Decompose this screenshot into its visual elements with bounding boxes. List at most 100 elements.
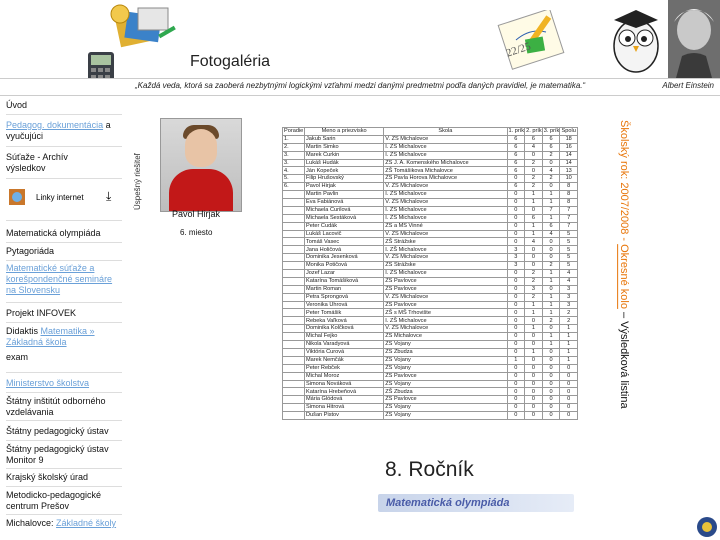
table-cell: 2 bbox=[541, 174, 561, 184]
table-cell: 0 bbox=[541, 284, 561, 294]
nav-siov[interactable]: Štátny inštitút odborného vzdelávania bbox=[6, 396, 122, 418]
table-cell bbox=[282, 355, 305, 365]
table-cell: 2 bbox=[524, 174, 543, 184]
nav-monitor[interactable]: Štátny pedagogický ústav Monitor 9 bbox=[6, 444, 122, 466]
michalovce-link[interactable]: Základné školy bbox=[56, 518, 116, 528]
vertical-title: Školský rok: 2007/2008 - Okresné kolo – … bbox=[610, 120, 630, 460]
didaktis-school-link[interactable]: Základná škola bbox=[6, 337, 67, 347]
nav-uvod[interactable]: Úvod bbox=[6, 100, 27, 111]
vtitle-link[interactable]: Okresné kolo bbox=[618, 244, 630, 309]
table-cell: 0 bbox=[506, 221, 526, 231]
table-row: Michaela Šestáková I. ZŠ Michalovce 0 6 1 7 bbox=[282, 213, 578, 223]
nav-mat-sutaze[interactable]: Matematické súťaže a korešpondenčné semi… bbox=[6, 263, 122, 296]
table-row: Viktória Čurová ZŠ Zbudza 0 1 0 1 bbox=[282, 347, 578, 357]
divider bbox=[6, 322, 122, 323]
table-cell: ZŠ Strážske bbox=[383, 261, 508, 271]
table-cell: 0 bbox=[506, 316, 526, 326]
table-cell: Viktória Čurová bbox=[303, 347, 385, 357]
nav-linky[interactable]: Linky internet ⤓ bbox=[6, 184, 122, 212]
table-cell: Monika Potičová bbox=[303, 261, 385, 271]
table-cell bbox=[282, 198, 305, 207]
table-cell: 0 bbox=[524, 316, 543, 326]
table-body: 1. Jakub Sarin V. ZŠ Michalovce 6 6 6 18 2. Mart… bbox=[282, 134, 578, 420]
table-cell: 1 bbox=[524, 190, 543, 200]
table-cell: Jana Holičová bbox=[303, 245, 385, 255]
table-cell bbox=[282, 316, 305, 326]
table-cell: 0 bbox=[541, 411, 561, 420]
table-cell: 14 bbox=[559, 158, 578, 168]
didaktis-link[interactable]: Matematika » bbox=[41, 326, 95, 336]
table-cell: 0 bbox=[506, 198, 526, 207]
table-cell: Martin Roman bbox=[303, 284, 385, 294]
table-row: Rebeka Vaľková I. ZŠ Michalovce 0 0 2 2 bbox=[282, 316, 578, 326]
table-cell: 0 bbox=[559, 411, 578, 420]
table-cell: 0 bbox=[506, 276, 526, 286]
table-cell: 8 bbox=[559, 182, 578, 192]
table-cell: 1. bbox=[282, 134, 305, 144]
table-cell bbox=[282, 276, 305, 286]
nav-pytagoriada[interactable]: Pytagoriáda bbox=[6, 246, 54, 257]
table-cell: ZŠ Pavlovce bbox=[383, 284, 508, 294]
table-cell: Simona Hitrová bbox=[303, 403, 385, 413]
nav-infovek[interactable]: Projekt INFOVEK bbox=[6, 308, 76, 319]
table-cell: 16 bbox=[559, 142, 578, 152]
table-row: Peter Rebček ZŠ Vojany 0 0 0 0 bbox=[282, 363, 578, 373]
table-cell: 0 bbox=[541, 395, 561, 405]
grade-heading: 8. Ročník bbox=[385, 458, 474, 481]
nav-ksu[interactable]: Krajský školský úrad bbox=[6, 472, 88, 483]
nav-spu[interactable]: Štátny pedagogický ústav bbox=[6, 426, 109, 437]
table-cell: ZŠ J. A. Komenského Michalovce bbox=[383, 158, 508, 168]
table-cell: Veronika Uhrová bbox=[303, 300, 385, 310]
table-cell: 1 bbox=[524, 221, 543, 231]
nav-sutaze[interactable]: Súťaže - Archív výsledkov bbox=[6, 152, 86, 174]
vtitle-rest: – Výsledková listina bbox=[618, 308, 630, 409]
corner-badge-icon bbox=[697, 517, 717, 537]
table-cell: 1 bbox=[524, 347, 543, 357]
table-cell: 0 bbox=[541, 324, 561, 334]
table-row: Simona Hitrová ZŠ Vojany 0 0 0 0 bbox=[282, 403, 578, 413]
nav-dokumentacia[interactable]: Pedagog. dokumentácia a vyučujúci bbox=[6, 120, 122, 142]
table-cell: 0 bbox=[559, 379, 578, 389]
table-cell: Katarína Hrebeňová bbox=[303, 387, 385, 397]
table-cell: 0 bbox=[559, 387, 578, 397]
nav-exam[interactable]: exam bbox=[6, 352, 28, 363]
dokumentacia-link[interactable]: Pedagog. dokumentácia bbox=[6, 120, 103, 130]
photo-face bbox=[185, 129, 217, 167]
nav-ministerstvo[interactable]: Ministerstvo školstva bbox=[6, 378, 89, 389]
photo-place: 6. miesto bbox=[180, 228, 213, 237]
divider bbox=[6, 392, 122, 393]
table-cell: I. ZŠ Michalovce bbox=[383, 269, 508, 278]
table-cell: Jozef Lazar bbox=[303, 269, 385, 278]
nav-didaktis[interactable]: Didaktis Matematika » Základná škola bbox=[6, 326, 122, 348]
table-row: 4. Ján Kopeček ZŠ Tomášikova Michalovce 6 0 4… bbox=[282, 166, 578, 176]
owl-professor-icon bbox=[613, 10, 659, 73]
quote-text: „Každá veda, ktorá sa zaoberá nezbytnými… bbox=[135, 81, 586, 90]
table-cell: V. ZŠ Michalovce bbox=[383, 134, 508, 144]
nav-matem-olymp[interactable]: Matematická olympiáda bbox=[6, 228, 101, 239]
table-cell: 0 bbox=[541, 158, 561, 168]
table-cell: 0 bbox=[524, 253, 543, 263]
divider bbox=[6, 260, 122, 261]
table-cell bbox=[282, 221, 305, 231]
table-header-cell: 3. príklad bbox=[541, 127, 561, 136]
table-header-cell: 1. príklad bbox=[506, 127, 526, 136]
nav-mpc[interactable]: Metodicko-pedagogické centrum Prešov bbox=[6, 490, 122, 512]
table-cell: Pavol Hirjak bbox=[303, 182, 385, 192]
table-cell bbox=[282, 371, 305, 381]
table-cell: ZŠ Tomášikova Michalovce bbox=[383, 166, 508, 176]
table-cell: Filip Hrušovský bbox=[303, 174, 385, 184]
divider bbox=[6, 514, 122, 515]
table-cell: 8 bbox=[559, 198, 578, 207]
table-cell: Martin Pavlin bbox=[303, 190, 385, 200]
table-cell: Tomáš Vasec bbox=[303, 237, 385, 247]
table-row: Jozef Lazar I. ZŠ Michalovce 0 2 1 4 bbox=[282, 269, 578, 278]
divider bbox=[6, 114, 122, 115]
table-cell: 0 bbox=[541, 371, 561, 381]
table-cell: 0 bbox=[541, 253, 561, 263]
table-cell: 0 bbox=[524, 261, 543, 271]
table-cell: 5 bbox=[559, 245, 578, 255]
nav-michalovce[interactable]: Michalovce: Základné školy bbox=[6, 518, 126, 529]
table-header-cell: Meno a priezvisko bbox=[303, 127, 385, 136]
table-cell: 0 bbox=[506, 395, 526, 405]
school-supplies-icon bbox=[110, 4, 176, 48]
